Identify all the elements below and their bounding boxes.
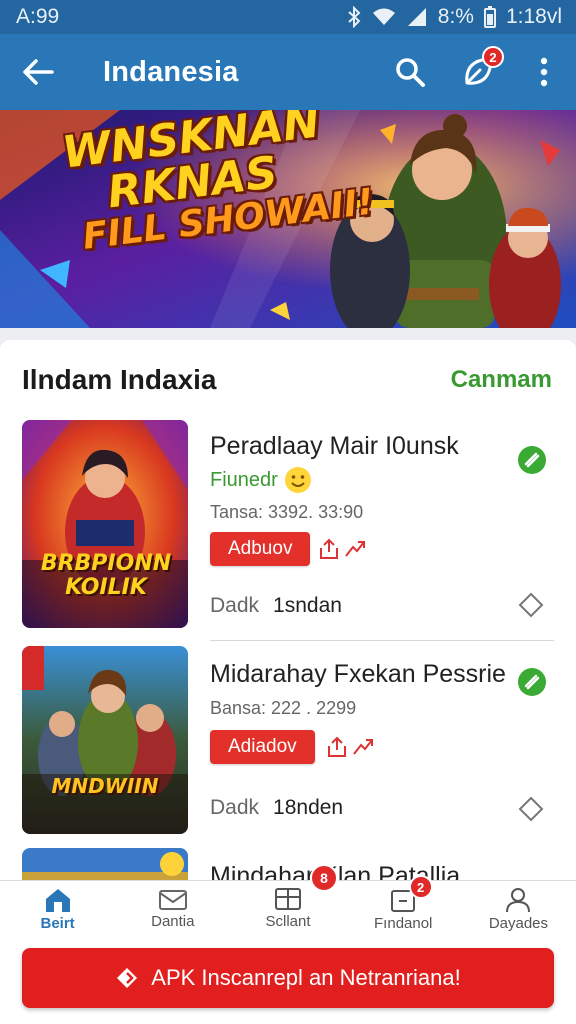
diamond-logo-icon bbox=[117, 968, 138, 988]
cta-container: APK Inscanrepl an Netranriana! bbox=[0, 942, 576, 1024]
nav-item-home[interactable]: Beirt bbox=[0, 881, 115, 942]
nav-label: Fındanol bbox=[374, 915, 433, 932]
smiley-icon bbox=[284, 467, 311, 493]
notifications-button[interactable]: 2 bbox=[444, 34, 512, 110]
nav-label: Beirt bbox=[40, 915, 75, 932]
bluetooth-icon bbox=[346, 6, 362, 28]
status-value: 18nden bbox=[273, 796, 344, 819]
search-icon bbox=[396, 58, 425, 87]
nav-label: Dayades bbox=[488, 915, 549, 932]
promo-banner[interactable]: WNSKNAN RKNAS FILL SHOWAII! bbox=[0, 110, 576, 328]
back-button[interactable] bbox=[0, 34, 76, 110]
game-status: Dadk 18nden bbox=[210, 796, 343, 820]
nav-item-dantia[interactable]: Dantia bbox=[115, 881, 230, 942]
page-title: Indanesia bbox=[103, 55, 239, 88]
battery-text: 8:% bbox=[437, 5, 474, 28]
game-list-card: Ilndam Indaxia Canmam BRBPIONN KOILIK Pe… bbox=[0, 340, 576, 900]
verified-icon bbox=[518, 668, 546, 696]
person-icon bbox=[506, 888, 531, 913]
grid-icon bbox=[275, 888, 301, 910]
status-bar: A:99 8:% 1:18vl bbox=[0, 0, 576, 34]
trending-icon[interactable] bbox=[344, 538, 366, 560]
floating-badge: 8 bbox=[310, 864, 338, 892]
more-vertical-icon bbox=[540, 57, 548, 87]
section-title: Ilndam Indaxia bbox=[22, 364, 217, 395]
share-icon[interactable] bbox=[326, 736, 348, 758]
wifi-icon bbox=[372, 7, 396, 27]
game-info: Peradlaay Mair I0unsk Fiunedr Tansa: 339… bbox=[210, 420, 554, 630]
status-value: 1sndan bbox=[273, 594, 342, 617]
notification-badge: 2 bbox=[482, 46, 504, 68]
bookmark-icon[interactable] bbox=[518, 592, 544, 618]
game-subtitle-text: Fiunedr bbox=[210, 468, 278, 491]
nav-badge: 2 bbox=[408, 875, 433, 899]
status-left-text: A:99 bbox=[16, 5, 60, 28]
share-icon[interactable] bbox=[318, 538, 340, 560]
game-list-item[interactable]: BRBPIONN KOILIK Peradlaay Mair I0unsk Fi… bbox=[22, 420, 554, 630]
section-header: Ilndam Indaxia Canmam bbox=[22, 362, 552, 398]
divider bbox=[210, 640, 554, 641]
trending-icon[interactable] bbox=[352, 736, 374, 758]
apk-install-button[interactable]: APK Inscanrepl an Netranriana! bbox=[22, 948, 554, 1008]
game-meta: Tansa: 3392. 33:90 bbox=[210, 502, 364, 522]
more-menu-button[interactable] bbox=[512, 34, 576, 110]
game-title: Peradlaay Mair I0unsk bbox=[210, 432, 459, 460]
arrow-left-icon bbox=[23, 59, 54, 85]
verified-icon bbox=[518, 446, 546, 474]
search-button[interactable] bbox=[376, 34, 444, 110]
app-bar: Indanesia 2 bbox=[0, 34, 576, 110]
status-right: 8:% 1:18vl bbox=[346, 5, 562, 29]
download-button[interactable]: Adbuov bbox=[210, 532, 311, 566]
battery-icon bbox=[483, 6, 496, 28]
game-thumbnail[interactable]: MNDWIIN bbox=[22, 646, 188, 834]
bookmark-icon[interactable] bbox=[518, 796, 544, 822]
nav-label: Scllant bbox=[265, 913, 311, 930]
game-status: Dadk 1sndan bbox=[210, 594, 342, 618]
status-label: Dadk bbox=[210, 594, 260, 617]
status-label: Dadk bbox=[210, 796, 260, 819]
game-subtitle: Fiunedr bbox=[210, 466, 312, 494]
see-all-link[interactable]: Canmam bbox=[451, 366, 552, 394]
cta-label: APK Inscanrepl an Netranriana! bbox=[151, 965, 461, 990]
thumbnail-title: BRBPIONN KOILIK bbox=[40, 551, 172, 601]
game-list-item[interactable]: MNDWIIN Midarahay Fxekan Pessrie Bansa: … bbox=[22, 646, 554, 836]
nav-label: Dantia bbox=[151, 913, 195, 930]
thumbnail-title: MNDWIIN bbox=[51, 774, 159, 798]
game-thumbnail[interactable]: BRBPIONN KOILIK bbox=[22, 420, 188, 628]
mail-icon bbox=[158, 890, 187, 910]
nav-item-dayades[interactable]: Dayades bbox=[461, 881, 576, 942]
game-meta: Bansa: 222 . 2299 bbox=[210, 698, 357, 718]
clock-text: 1:18vl bbox=[505, 5, 562, 28]
game-title: Midarahay Fxekan Pessrie bbox=[210, 660, 506, 688]
nav-item-findanol[interactable]: 2 Fındanol bbox=[346, 875, 461, 942]
game-info: Midarahay Fxekan Pessrie Bansa: 222 . 22… bbox=[210, 646, 554, 836]
download-button[interactable]: Adiadov bbox=[210, 730, 315, 764]
bottom-navigation: Beirt Dantia Scllant 2 Fındanol Dayades bbox=[0, 875, 576, 942]
signal-icon bbox=[406, 7, 428, 27]
home-icon bbox=[45, 889, 70, 912]
